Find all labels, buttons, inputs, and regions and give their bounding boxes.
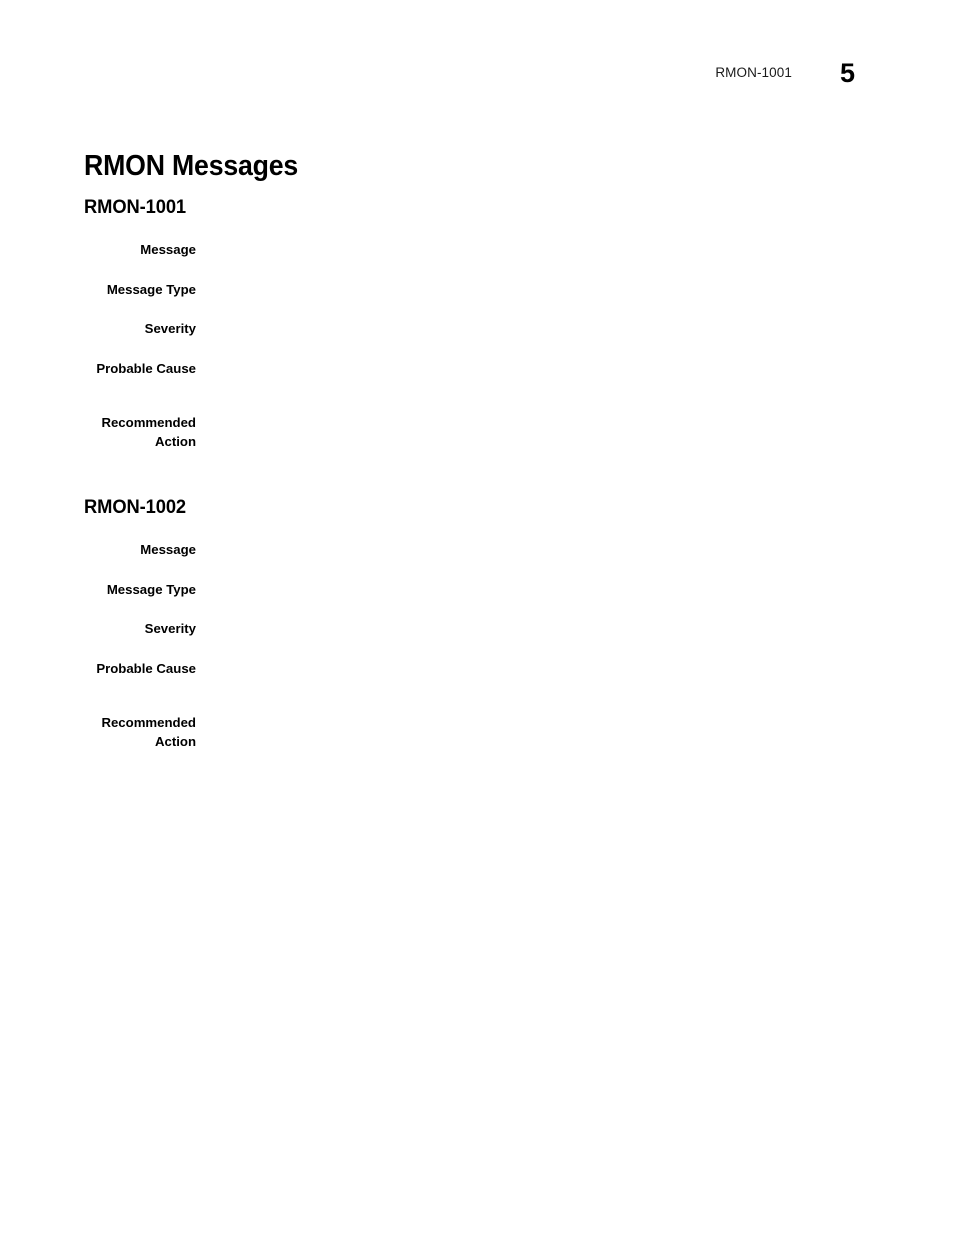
field-row-probable-cause: Probable Cause bbox=[84, 360, 884, 379]
field-row-message: Message bbox=[84, 541, 884, 560]
field-row-message-type: Message Type bbox=[84, 581, 884, 600]
field-label: Message Type bbox=[106, 281, 196, 297]
field-value bbox=[196, 620, 884, 638]
field-value bbox=[196, 360, 884, 378]
field-value bbox=[196, 281, 884, 299]
field-label: Message Type bbox=[106, 581, 196, 597]
document-page: RMON-1001 5 RMON Messages RMON-1001 Mess… bbox=[0, 0, 954, 1235]
message-section-rmon-1002: RMON-1002 Message Message Type Severity … bbox=[84, 496, 884, 773]
field-value bbox=[196, 581, 884, 599]
field-label: Recommended Action bbox=[101, 715, 196, 749]
page-number: 5 bbox=[839, 58, 855, 88]
field-row-message-type: Message Type bbox=[84, 281, 884, 300]
field-row-recommended-action: Recommended Action bbox=[84, 414, 884, 451]
field-value bbox=[196, 541, 884, 559]
field-value bbox=[196, 414, 884, 432]
field-label: Severity bbox=[144, 621, 196, 637]
section-heading: RMON-1001 bbox=[84, 196, 187, 218]
field-value bbox=[196, 714, 884, 732]
field-row-probable-cause: Probable Cause bbox=[84, 660, 884, 679]
field-row-severity: Severity bbox=[84, 320, 884, 339]
field-value bbox=[196, 660, 884, 678]
field-label: Message bbox=[140, 542, 196, 557]
field-row-severity: Severity bbox=[84, 620, 884, 639]
page-title: RMON Messages bbox=[84, 150, 299, 183]
field-label: Probable Cause bbox=[96, 660, 196, 676]
field-label: Probable Cause bbox=[96, 360, 196, 376]
field-value bbox=[196, 320, 884, 338]
field-row-recommended-action: Recommended Action bbox=[84, 714, 884, 751]
field-label: Message bbox=[140, 242, 196, 257]
message-section-rmon-1001: RMON-1001 Message Message Type Severity … bbox=[84, 196, 884, 473]
field-label: Severity bbox=[144, 321, 196, 337]
field-row-message: Message bbox=[84, 241, 884, 260]
page-header: RMON-1001 5 bbox=[0, 58, 954, 100]
field-value bbox=[196, 241, 884, 259]
field-label: Recommended Action bbox=[101, 415, 196, 449]
section-heading: RMON-1002 bbox=[84, 496, 187, 518]
running-header-title: RMON-1001 bbox=[715, 65, 792, 80]
